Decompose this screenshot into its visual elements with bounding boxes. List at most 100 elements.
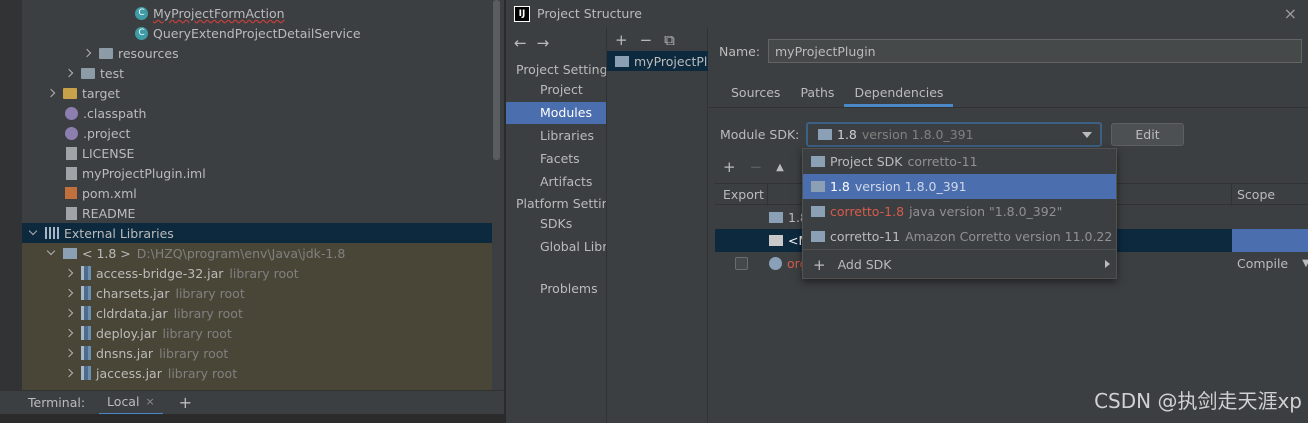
chevron-right-icon[interactable]	[64, 288, 74, 298]
sdk-option-corretto-1-8[interactable]: corretto-1.8 java version "1.8.0_392"	[803, 199, 1116, 224]
sdk-option-name: corretto-11	[830, 229, 901, 244]
sdk-folder-icon	[769, 212, 783, 223]
forward-arrow-icon[interactable]: →	[537, 34, 560, 52]
terminal-tab-local[interactable]: Local ×	[99, 391, 163, 415]
tree-row-jar[interactable]: access-bridge-32.jar library root	[22, 263, 492, 283]
tree-row-label: jaccess.jar	[96, 365, 162, 381]
chevron-down-icon[interactable]	[1082, 132, 1092, 138]
folder-icon	[81, 67, 95, 79]
edit-sdk-button[interactable]: Edit	[1111, 123, 1184, 146]
nav-item-project[interactable]: Project	[506, 79, 606, 101]
tree-row-label: < 1.8 >	[82, 245, 131, 261]
chevron-right-icon[interactable]	[82, 48, 92, 58]
chevron-right-icon[interactable]	[64, 308, 74, 318]
nav-item-modules[interactable]: Modules	[506, 102, 606, 124]
terminal-tab-label: Local	[107, 394, 140, 409]
module-name-field[interactable]	[768, 39, 1302, 63]
terminal-output[interactable]	[0, 414, 504, 423]
add-module-button[interactable]: +	[615, 31, 628, 49]
tree-row-jdk[interactable]: < 1.8 > D:\HZQ\program\env\Java\jdk-1.8	[22, 243, 492, 263]
tree-row-resources[interactable]: resources	[22, 43, 492, 63]
tab-paths[interactable]: Paths	[790, 82, 844, 107]
nav-item-libraries[interactable]: Libraries	[506, 125, 606, 147]
module-sdk-combobox[interactable]: 1.8 version 1.8.0_391	[806, 122, 1102, 147]
chevron-down-icon[interactable]: ▼	[1302, 258, 1308, 269]
sdk-option-detail: version 1.8.0_391	[854, 179, 967, 194]
export-checkbox[interactable]	[735, 257, 748, 270]
plus-icon: +	[813, 255, 826, 274]
nav-item-facets[interactable]: Facets	[506, 148, 606, 170]
sdk-folder-icon	[63, 247, 77, 259]
libraries-icon	[45, 227, 59, 239]
remove-dependency-button[interactable]: −	[750, 158, 763, 176]
column-scope[interactable]: Scope	[1237, 187, 1275, 202]
remove-module-button[interactable]: −	[640, 31, 653, 49]
tree-row-jar[interactable]: charsets.jar library root	[22, 283, 492, 303]
nav-item-problems[interactable]: Problems	[506, 278, 606, 300]
column-export[interactable]: Export	[723, 187, 764, 202]
nav-item-artifacts[interactable]: Artifacts	[506, 171, 606, 193]
sdk-option-detail: corretto-11	[907, 154, 978, 169]
tab-sources[interactable]: Sources	[721, 82, 790, 107]
tree-row-pom[interactable]: pom.xml	[22, 183, 492, 203]
chevron-right-icon[interactable]	[64, 348, 74, 358]
tree-row-classpath[interactable]: .classpath	[22, 103, 492, 123]
module-folder-icon	[615, 55, 629, 67]
tree-row-project[interactable]: .project	[22, 123, 492, 143]
tree-row-external-libraries[interactable]: External Libraries	[22, 223, 492, 243]
class-icon: C	[135, 6, 148, 20]
tabs-divider	[709, 107, 1308, 108]
tree-row-jar[interactable]: jaccess.jar library root	[22, 363, 492, 383]
tree-row-jar[interactable]: cldrdata.jar library root	[22, 303, 492, 323]
sdk-folder-icon	[818, 129, 832, 140]
scope-cell[interactable]	[1232, 229, 1308, 252]
module-item-label: myProjectPlugin	[634, 53, 708, 69]
chevron-down-icon[interactable]	[46, 246, 56, 256]
sdk-option-project-sdk[interactable]: Project SDK corretto-11	[803, 149, 1116, 174]
copy-module-button[interactable]: ⧉	[664, 31, 675, 49]
tree-row-license[interactable]: LICENSE	[22, 143, 492, 163]
tree-row-readme[interactable]: README	[22, 203, 492, 223]
tree-row-iml[interactable]: myProjectPlugin.iml	[22, 163, 492, 183]
tree-row-myprojectformaction[interactable]: C MyProjectFormAction	[22, 3, 492, 23]
sdk-option-corretto-11[interactable]: corretto-11 Amazon Corretto version 11.0…	[803, 224, 1116, 249]
tree-scrollbar[interactable]	[493, 0, 500, 160]
tab-dependencies[interactable]: Dependencies	[844, 82, 954, 107]
tree-row-label: .classpath	[83, 105, 147, 121]
close-icon[interactable]: ×	[1284, 4, 1297, 23]
new-terminal-button[interactable]: +	[179, 393, 192, 412]
settings-nav: ←→ Project Settings Project Modules Libr…	[506, 27, 614, 423]
nav-item-global-libraries[interactable]: Global Libraries	[506, 236, 606, 258]
dialog-title-bar[interactable]: IJ Project Structure ×	[506, 0, 1308, 27]
iml-file-icon	[66, 166, 77, 180]
tree-row-target[interactable]: target	[22, 83, 492, 103]
sdk-option-1-8[interactable]: 1.8 version 1.8.0_391	[803, 174, 1116, 199]
tree-row-jar[interactable]: dnsns.jar library root	[22, 343, 492, 363]
chevron-down-icon[interactable]	[28, 226, 38, 236]
module-item[interactable]: myProjectPlugin	[607, 51, 708, 71]
add-sdk-menu-item[interactable]: + Add SDK	[803, 252, 1116, 277]
column-divider	[1231, 184, 1232, 206]
jar-icon	[81, 366, 91, 380]
add-dependency-button[interactable]: +	[723, 158, 736, 176]
popup-separator	[803, 249, 1116, 250]
class-icon: C	[135, 26, 148, 40]
chevron-right-icon[interactable]	[64, 268, 74, 278]
module-sdk-value: 1.8	[837, 127, 857, 142]
tree-row-label: charsets.jar	[96, 285, 170, 301]
chevron-right-icon[interactable]	[64, 328, 74, 338]
scope-cell[interactable]: Compile ▼	[1237, 256, 1308, 271]
tree-row-jar[interactable]: deploy.jar library root	[22, 323, 492, 343]
tree-row-test[interactable]: test	[22, 63, 492, 83]
back-arrow-icon[interactable]: ←	[514, 34, 537, 52]
chevron-right-icon[interactable]	[64, 68, 74, 78]
module-sdk-label: Module SDK:	[720, 127, 800, 142]
modules-toolbar: + − ⧉	[615, 31, 687, 49]
nav-item-sdks[interactable]: SDKs	[506, 213, 606, 235]
tree-row-queryextendprojectdetailservice[interactable]: C QueryExtendProjectDetailService	[22, 23, 492, 43]
close-icon[interactable]: ×	[145, 395, 154, 408]
tree-row-hint: library root	[173, 305, 243, 321]
chevron-right-icon[interactable]	[64, 368, 74, 378]
chevron-right-icon[interactable]	[46, 88, 56, 98]
move-up-button[interactable]: ▲	[776, 162, 784, 173]
